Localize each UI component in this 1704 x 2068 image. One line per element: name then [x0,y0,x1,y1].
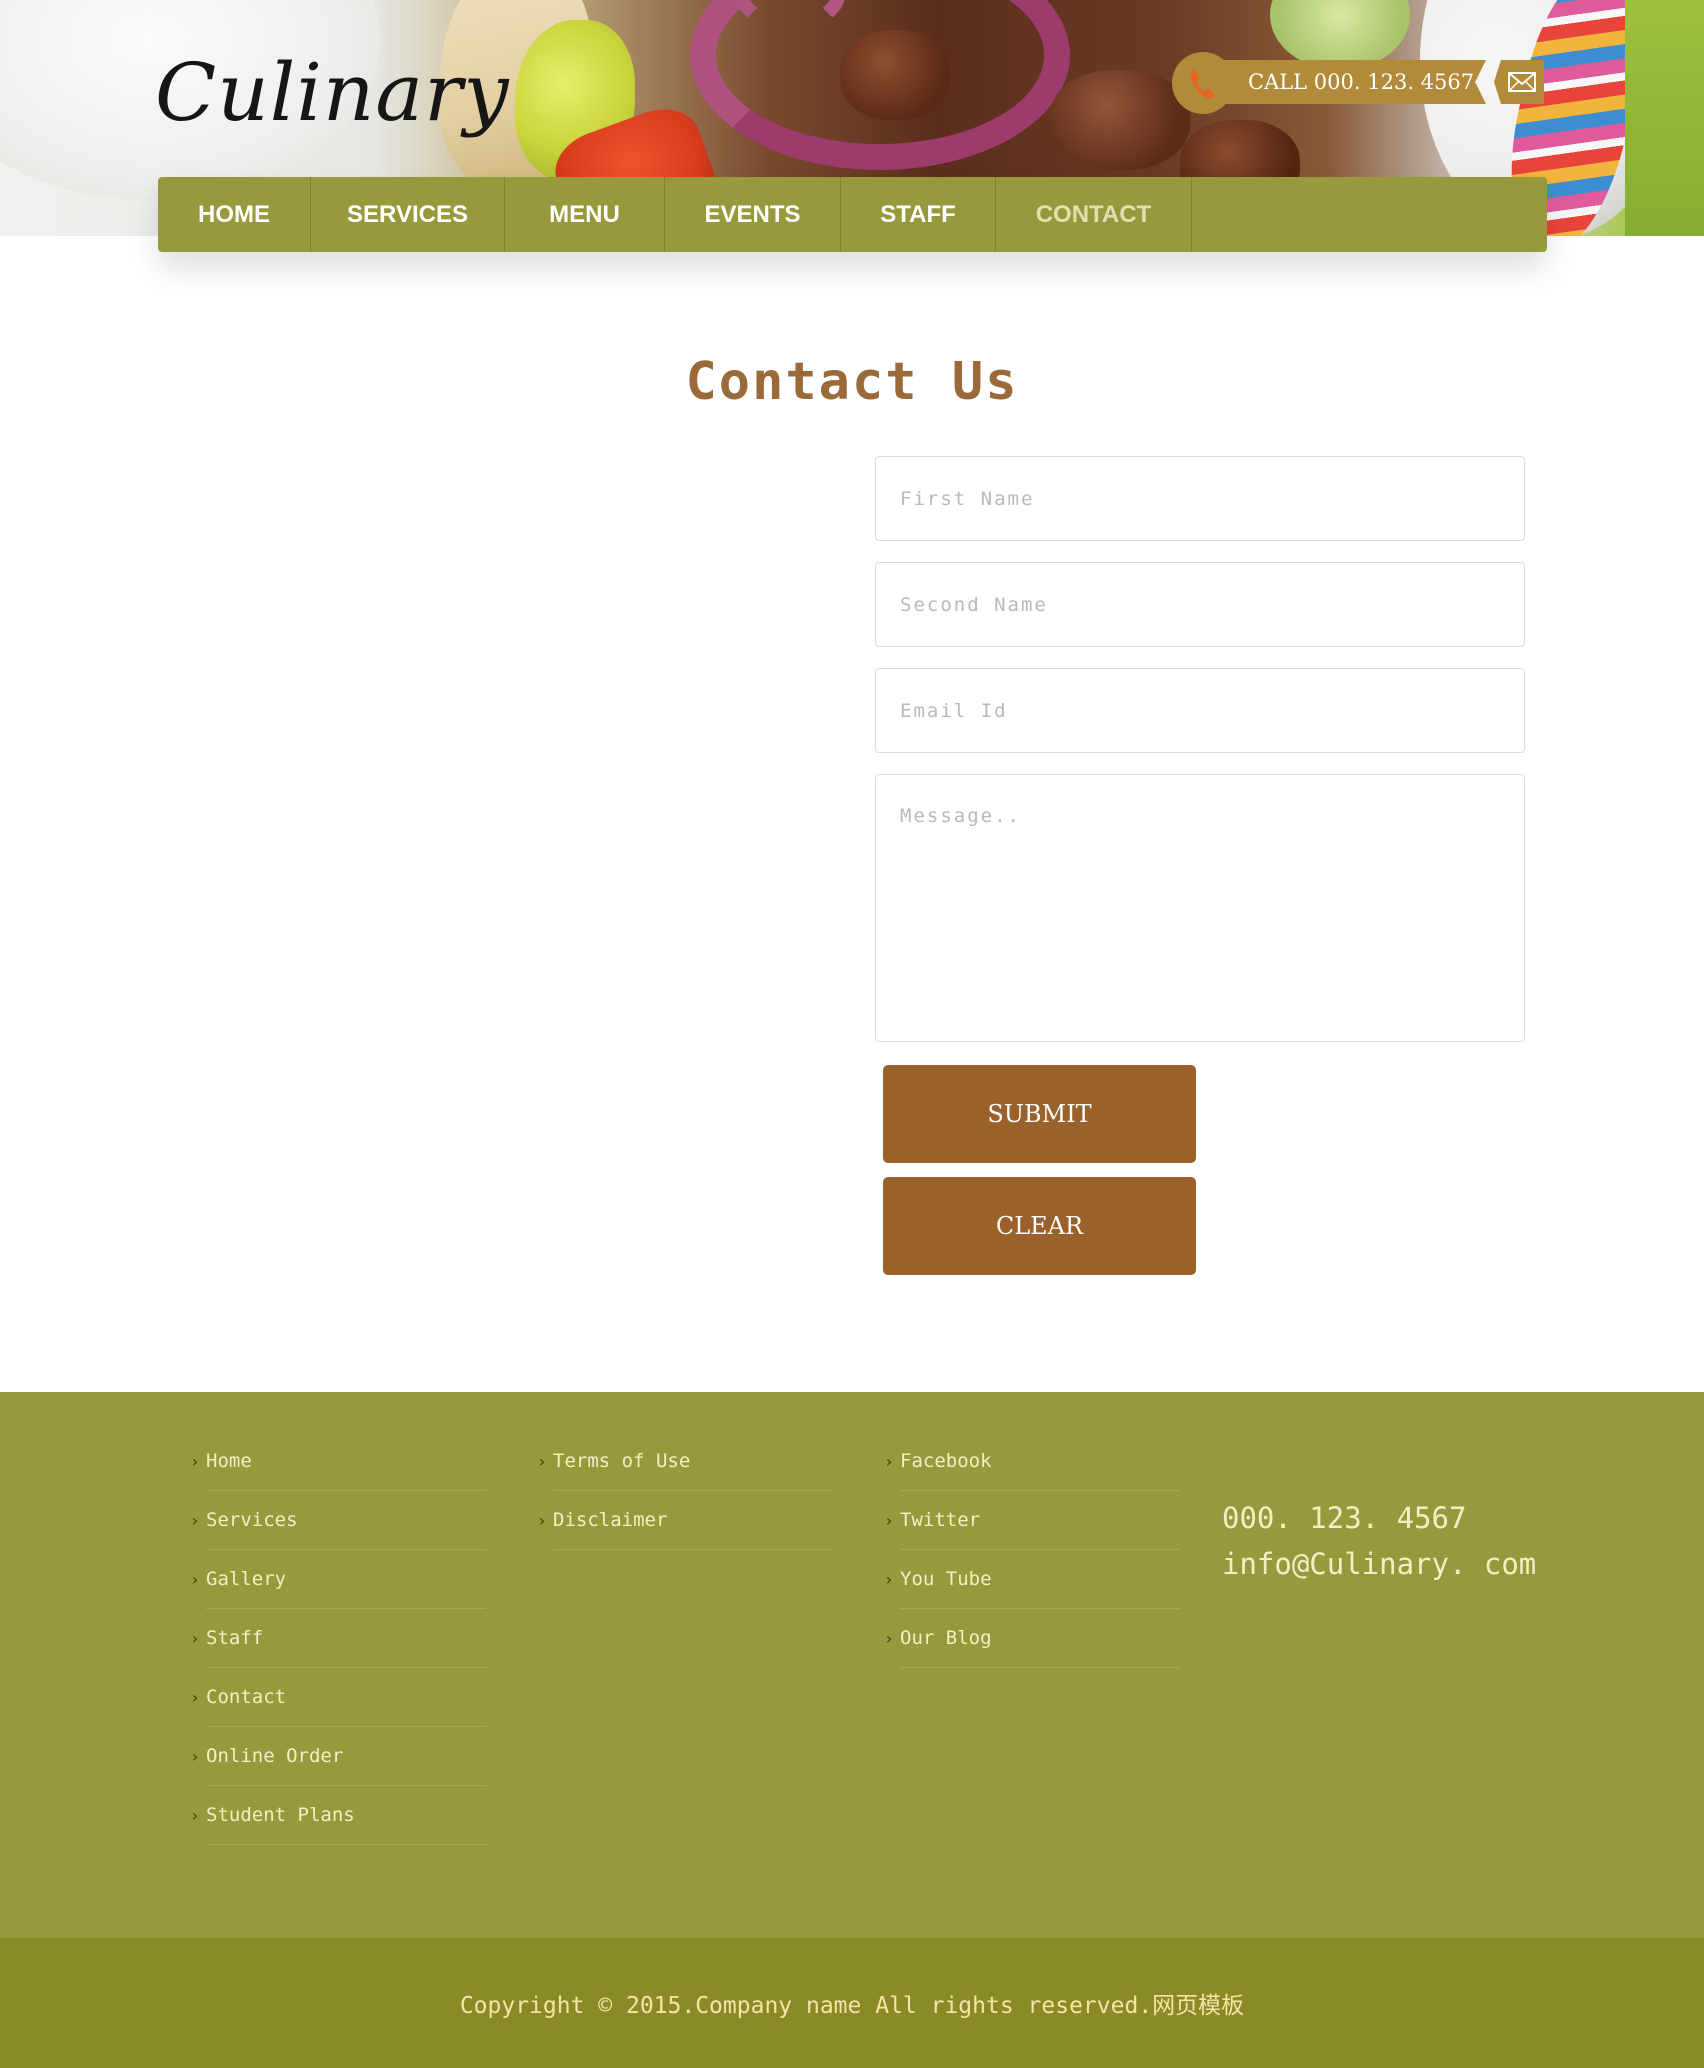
chevron-right-icon: › [537,1510,547,1530]
copyright-bar: Copyright © 2015.Company name All rights… [0,1938,1704,2068]
footer-link-label: Staff [206,1627,264,1649]
footer-link-disclaimer[interactable]: › Disclaimer [537,1491,833,1550]
submit-button[interactable]: SUBMIT [883,1065,1196,1163]
clear-button[interactable]: CLEAR [883,1177,1196,1275]
site-logo[interactable]: Culinary [155,46,510,139]
footer-link-label: Online Order [206,1745,344,1767]
footer-link-label: Disclaimer [553,1509,668,1531]
chevron-right-icon: › [884,1569,894,1589]
main-nav: HOME SERVICES MENU EVENTS STAFF CONTACT [158,177,1547,252]
hero-image-meat [840,30,950,120]
footer-link-label: Our Blog [900,1627,992,1649]
footer-legal-column: › Terms of Use › Disclaimer [537,1432,833,1550]
chevron-right-icon: › [190,1805,200,1825]
footer-contact-info: 000. 123. 4567 info@Culinary. com [1222,1495,1536,1587]
phone-icon [1191,69,1215,99]
call-ribbon[interactable]: CALL 000. 123. 4567 [1214,60,1486,104]
nav-item-menu[interactable]: MENU [505,177,665,252]
footer-link-online-order[interactable]: › Online Order [190,1727,486,1786]
chevron-right-icon: › [884,1451,894,1471]
hero-image-meat [1050,70,1190,170]
chevron-right-icon: › [190,1687,200,1707]
footer-link-twitter[interactable]: › Twitter [884,1491,1180,1550]
footer-phone[interactable]: 000. 123. 4567 [1222,1495,1536,1541]
nav-item-staff[interactable]: STAFF [841,177,996,252]
footer-link-staff[interactable]: › Staff [190,1609,486,1668]
footer-link-terms[interactable]: › Terms of Use [537,1432,833,1491]
footer-link-youtube[interactable]: › You Tube [884,1550,1180,1609]
nav-item-services[interactable]: SERVICES [311,177,505,252]
footer-link-label: Contact [206,1686,287,1708]
footer-link-services[interactable]: › Services [190,1491,486,1550]
footer-link-label: Home [206,1450,252,1472]
nav-item-events[interactable]: EVENTS [665,177,841,252]
footer-link-label: Gallery [206,1568,287,1590]
hero-image-cabbage [1270,0,1410,70]
hero-image-tablecloth [1625,0,1704,236]
mail-button[interactable] [1494,60,1544,104]
footer-link-label: You Tube [900,1568,992,1590]
mail-icon [1508,72,1536,92]
footer-link-contact[interactable]: › Contact [190,1668,486,1727]
footer-link-home[interactable]: › Home [190,1432,486,1491]
footer-links-column: › Home › Services › Gallery › Staff › Contact… [190,1432,486,1845]
footer-link-label: Student Plans [206,1804,355,1826]
chevron-right-icon: › [537,1451,547,1471]
footer-link-facebook[interactable]: › Facebook [884,1432,1180,1491]
chevron-right-icon: › [190,1569,200,1589]
second-name-input[interactable] [875,562,1525,647]
copyright-text: Copyright © 2015.Company name All rights… [459,1993,1245,2019]
chevron-right-icon: › [884,1510,894,1530]
footer-link-label: Facebook [900,1450,992,1472]
chevron-right-icon: › [190,1628,200,1648]
footer-link-label: Twitter [900,1509,981,1531]
first-name-input[interactable] [875,456,1525,541]
footer-social-column: › Facebook › Twitter › You Tube › Our Blog [884,1432,1180,1668]
chevron-right-icon: › [884,1628,894,1648]
footer-link-label: Services [206,1509,298,1531]
footer-email[interactable]: info@Culinary. com [1222,1541,1536,1587]
chevron-right-icon: › [190,1451,200,1471]
footer-link-gallery[interactable]: › Gallery [190,1550,486,1609]
footer-link-student-plans[interactable]: › Student Plans [190,1786,486,1845]
footer-link-blog[interactable]: › Our Blog [884,1609,1180,1668]
chevron-right-icon: › [190,1746,200,1766]
nav-item-home[interactable]: HOME [158,177,311,252]
page-title: Contact Us [685,352,1019,412]
footer-link-label: Terms of Use [553,1450,691,1472]
chevron-right-icon: › [190,1510,200,1530]
nav-item-contact[interactable]: CONTACT [996,177,1192,252]
message-textarea[interactable] [875,774,1525,1042]
email-input[interactable] [875,668,1525,753]
